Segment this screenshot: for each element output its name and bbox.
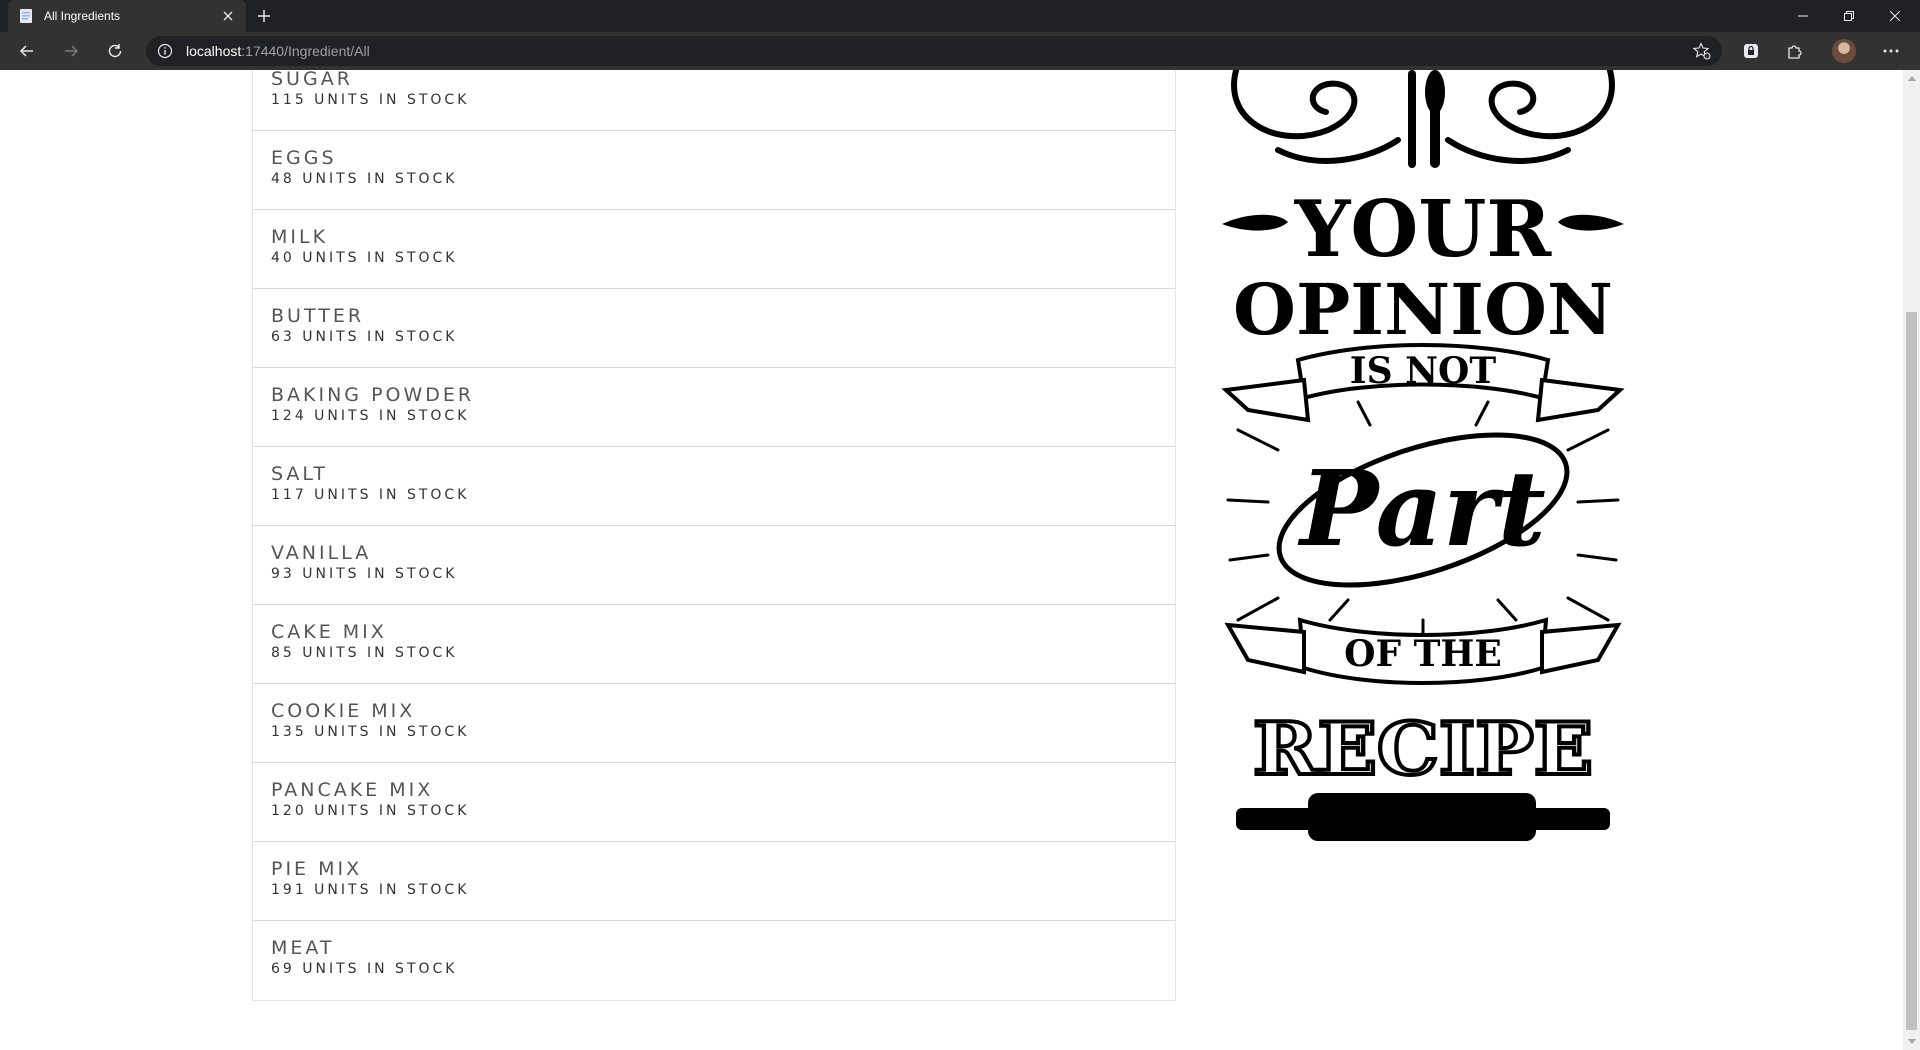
list-item[interactable]: SALT 117 UNITS IN STOCK — [253, 447, 1175, 526]
scroll-thumb[interactable] — [1906, 312, 1917, 1030]
ingredient-name: SALT — [271, 463, 328, 485]
list-item[interactable]: MILK 40 UNITS IN STOCK — [253, 210, 1175, 289]
ingredient-list: SUGAR 115 UNITS IN STOCK EGGS 48 UNITS IN S… — [252, 70, 1176, 1001]
forward-icon[interactable] — [56, 36, 86, 66]
poster-line-of-the: OF THE — [1344, 633, 1502, 675]
ingredient-name: BUTTER — [271, 305, 365, 327]
ingredient-stock: 120 UNITS IN STOCK — [271, 803, 470, 819]
list-item[interactable]: CAKE MIX 85 UNITS IN STOCK — [253, 605, 1175, 684]
site-info-icon[interactable] — [156, 42, 174, 60]
page-scrollbar[interactable] — [1903, 70, 1920, 1050]
list-item[interactable]: MEAT 69 UNITS IN STOCK — [253, 921, 1175, 1000]
ingredient-name: PANCAKE MIX — [271, 779, 434, 801]
extension-lock-icon[interactable] — [1736, 36, 1766, 66]
tab-all-ingredients[interactable]: All Ingredients — [8, 0, 246, 32]
ingredient-stock: 117 UNITS IN STOCK — [271, 487, 470, 503]
page-content: SUGAR 115 UNITS IN STOCK EGGS 48 UNITS IN S… — [0, 70, 1903, 1050]
ingredient-stock: 115 UNITS IN STOCK — [271, 92, 470, 108]
ingredient-stock: 40 UNITS IN STOCK — [271, 250, 458, 266]
refresh-icon[interactable] — [100, 36, 130, 66]
list-item[interactable]: SUGAR 115 UNITS IN STOCK — [253, 70, 1175, 131]
poster-line-part: Part — [1297, 447, 1546, 570]
list-item[interactable]: PANCAKE MIX 120 UNITS IN STOCK — [253, 763, 1175, 842]
list-item[interactable]: VANILLA 93 UNITS IN STOCK — [253, 526, 1175, 605]
list-item[interactable]: BAKING POWDER 124 UNITS IN STOCK — [253, 368, 1175, 447]
ingredient-stock: 124 UNITS IN STOCK — [271, 408, 470, 424]
ingredient-name: SUGAR — [271, 70, 353, 90]
scroll-up-arrow-icon[interactable] — [1903, 70, 1920, 87]
browser-toolbar: localhost:17440/Ingredient/All — [0, 32, 1920, 70]
recipe-poster-image: YOUR OPINION IS NOT Part OF THE RECIPE — [1221, 70, 1625, 841]
scroll-down-arrow-icon[interactable] — [1903, 1033, 1920, 1050]
ingredient-name: PIE MIX — [271, 858, 363, 880]
poster-line-is-not: IS NOT — [1350, 350, 1497, 392]
ingredient-name: EGGS — [271, 147, 337, 169]
ingredient-name: VANILLA — [271, 542, 372, 564]
address-bar[interactable]: localhost:17440/Ingredient/All — [146, 36, 1722, 66]
ingredient-stock: 63 UNITS IN STOCK — [271, 329, 458, 345]
ingredient-name: MEAT — [271, 937, 335, 959]
poster-line-your: YOUR — [1294, 184, 1553, 275]
more-menu-icon[interactable] — [1876, 36, 1906, 66]
tab-title: All Ingredients — [44, 9, 121, 23]
profile-avatar[interactable] — [1832, 39, 1856, 63]
ingredient-name: CAKE MIX — [271, 621, 387, 643]
ingredient-name: BAKING POWDER — [271, 384, 475, 406]
url-text: localhost:17440/Ingredient/All — [186, 43, 370, 59]
list-item[interactable]: BUTTER 63 UNITS IN STOCK — [253, 289, 1175, 368]
ingredient-stock: 48 UNITS IN STOCK — [271, 171, 458, 187]
list-item[interactable]: COOKIE MIX 135 UNITS IN STOCK — [253, 684, 1175, 763]
ingredient-stock: 93 UNITS IN STOCK — [271, 566, 458, 582]
extensions-puzzle-icon[interactable] — [1780, 36, 1810, 66]
ingredient-name: MILK — [271, 226, 329, 248]
poster-line-recipe: RECIPE — [1253, 706, 1593, 791]
favorites-star-icon[interactable] — [1692, 41, 1712, 61]
ingredient-stock: 69 UNITS IN STOCK — [271, 961, 458, 977]
new-tab-button[interactable] — [252, 6, 276, 26]
poster-line-opinion: OPINION — [1233, 268, 1613, 351]
close-tab-icon[interactable] — [220, 8, 236, 24]
ingredient-stock: 191 UNITS IN STOCK — [271, 882, 470, 898]
close-window-icon[interactable] — [1872, 0, 1918, 32]
restore-icon[interactable] — [1826, 0, 1872, 32]
tab-strip: All Ingredients — [0, 0, 1920, 32]
minimize-icon[interactable] — [1780, 0, 1826, 32]
back-icon[interactable] — [12, 36, 42, 66]
page-icon — [18, 8, 34, 24]
ingredient-stock: 135 UNITS IN STOCK — [271, 724, 470, 740]
list-item[interactable]: EGGS 48 UNITS IN STOCK — [253, 131, 1175, 210]
list-item[interactable]: PIE MIX 191 UNITS IN STOCK — [253, 842, 1175, 921]
ingredient-name: COOKIE MIX — [271, 700, 416, 722]
ingredient-stock: 85 UNITS IN STOCK — [271, 645, 458, 661]
